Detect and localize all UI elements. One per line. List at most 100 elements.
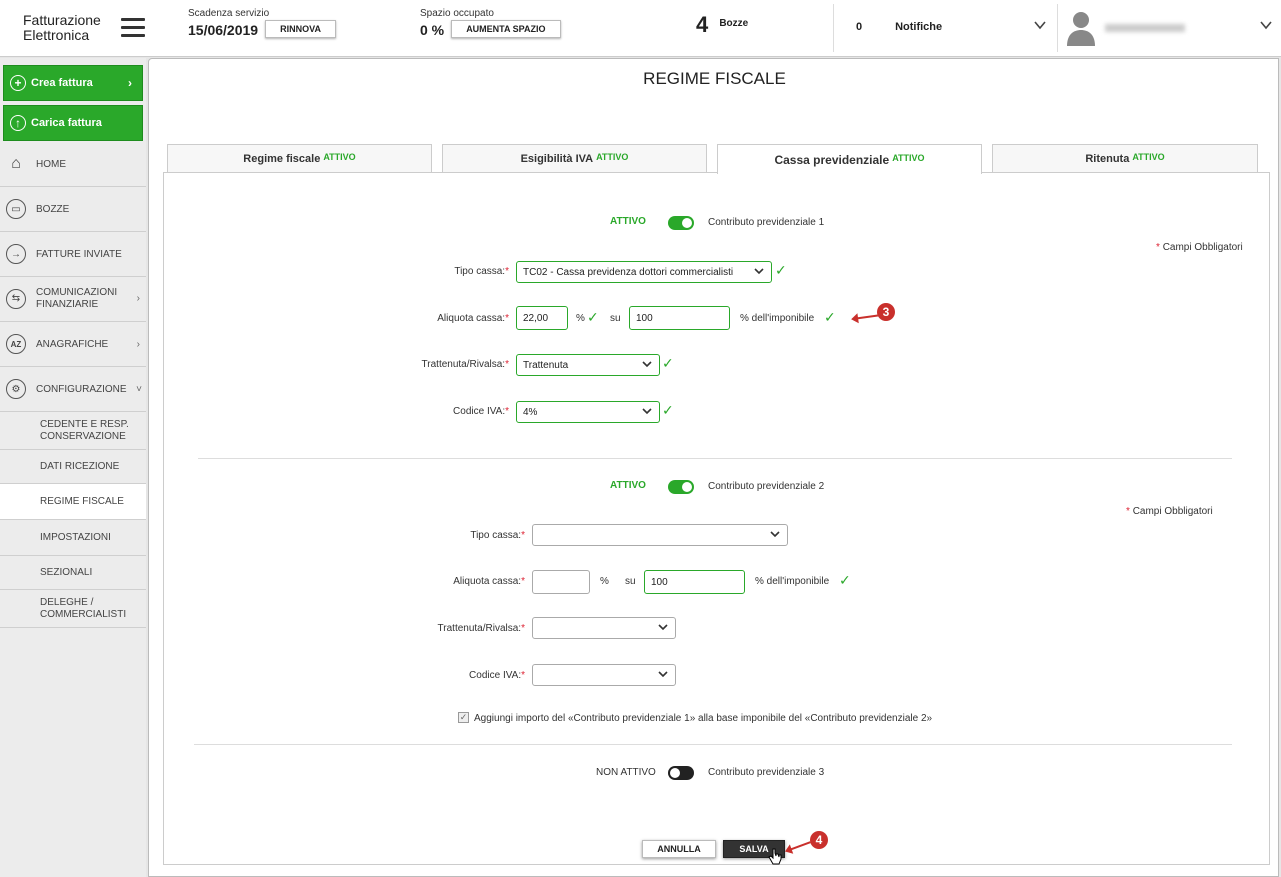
dell-imponibile-label: % dell'imponibile: [740, 313, 815, 324]
check-icon: ✓: [824, 309, 836, 325]
chevron-down-icon: [769, 528, 781, 543]
su-input[interactable]: 100: [629, 306, 730, 330]
sidebar-item-label: COMUNICAZIONI FINANZIARIE: [36, 287, 118, 310]
required-star: *: [505, 266, 509, 277]
trattenuta-select[interactable]: Trattenuta: [516, 354, 660, 376]
input-value: 100: [636, 312, 653, 324]
sidebar-subitem-dati-ricezione[interactable]: DATI RICEZIONE: [0, 450, 146, 484]
aggiungi-importo-label: Aggiungi importo del «Contributo previde…: [474, 713, 933, 724]
label-text: Tipo cassa:: [470, 530, 522, 541]
tipo-cassa-select[interactable]: TC02 - Cassa previdenza dottori commerci…: [516, 261, 772, 283]
sidebar-subitem-sezionali[interactable]: SEZIONALI: [0, 556, 146, 590]
trattenuta-2-select[interactable]: [532, 617, 676, 639]
chevron-down-icon[interactable]: [1259, 18, 1273, 35]
chevron-right-icon: ›: [128, 76, 132, 90]
sidebar-item-bozze[interactable]: ▭ BOZZE: [0, 187, 146, 232]
label-text: Codice IVA:: [453, 406, 506, 417]
label-text: Tipo cassa:: [454, 266, 506, 277]
crea-fattura-button[interactable]: + Crea fattura ›: [3, 65, 143, 101]
codice-iva-label: Codice IVA:*: [364, 406, 509, 417]
tab-status: ATTIVO: [596, 151, 629, 162]
spazio-block: Spazio occupato 0 % AUMENTA SPAZIO: [420, 8, 561, 38]
tab-ritenuta[interactable]: Ritenuta ATTIVO: [992, 144, 1258, 172]
carica-fattura-button[interactable]: ↑ Carica fattura: [3, 105, 143, 141]
sidebar: + Crea fattura › ↑ Carica fattura ⌂ HOME…: [0, 58, 146, 877]
rinnova-button[interactable]: RINNOVA: [265, 19, 336, 38]
label-text: Codice IVA:: [469, 670, 522, 681]
contributo1-toggle[interactable]: [668, 216, 694, 230]
sidebar-item-configurazione[interactable]: ⚙ CONFIGURAZIONE ˅: [0, 367, 146, 412]
sidebar-item-anagrafiche[interactable]: AZ ANAGRAFICHE ›: [0, 322, 146, 367]
codice-iva-2-select[interactable]: [532, 664, 676, 686]
scadenza-value: 15/06/2019: [188, 22, 259, 38]
sidebar-subitem-label: IMPOSTAZIONI: [40, 531, 111, 543]
sidebar-item-home[interactable]: ⌂ HOME: [0, 142, 146, 187]
aliquota-cassa-input[interactable]: 22,00: [516, 306, 568, 330]
exchange-icon: ⇆: [6, 289, 26, 309]
check-icon: ✓: [587, 309, 599, 325]
su-label: su: [625, 576, 636, 587]
contributo3-toggle[interactable]: [668, 766, 694, 780]
check-icon: ✓: [839, 572, 851, 588]
app-logo[interactable]: Fatturazione Elettronica: [23, 13, 101, 43]
contributo3-title: Contributo previdenziale 3: [708, 767, 825, 778]
sidebar-item-comunicazioni[interactable]: ⇆ COMUNICAZIONI FINANZIARIE ›: [0, 277, 146, 322]
codice-iva-label: Codice IVA:*: [380, 670, 525, 681]
tab-label: Esigibilità IVA: [520, 152, 594, 165]
aliquota-cassa-2-input[interactable]: [532, 570, 590, 594]
spazio-label: Spazio occupato: [420, 8, 494, 19]
trattenuta-rivalsa-label: Trattenuta/Rivalsa:*: [364, 359, 509, 370]
contributo1-title: Contributo previdenziale 1: [708, 217, 825, 228]
contributo2-toggle[interactable]: [668, 480, 694, 494]
tab-esigibilita-iva[interactable]: Esigibilità IVA ATTIVO: [442, 144, 707, 172]
gear-icon: ⚙: [6, 379, 26, 399]
tipo-cassa-label: Tipo cassa:*: [364, 266, 509, 277]
sidebar-subitem-deleghe[interactable]: DELEGHE / COMMERCIALISTI: [0, 590, 146, 628]
tipo-cassa-label: Tipo cassa:*: [380, 530, 525, 541]
chevron-down-icon[interactable]: [1033, 18, 1047, 35]
sidebar-item-label: ANAGRAFICHE: [36, 338, 109, 350]
codice-iva-select[interactable]: 4%: [516, 401, 660, 423]
notifiche-block[interactable]: 0 Notifiche: [856, 21, 942, 33]
sidebar-subitem-impostazioni[interactable]: IMPOSTAZIONI: [0, 520, 146, 556]
sidebar-subitem-cedente[interactable]: CEDENTE E RESP. CONSERVAZIONE: [0, 412, 146, 450]
top-header: Fatturazione Elettronica Scadenza serviz…: [0, 0, 1281, 57]
tab-label: Cassa previdenziale: [774, 152, 890, 167]
tab-cassa-previdenziale[interactable]: Cassa previdenziale ATTIVO: [717, 144, 982, 174]
aumenta-spazio-button[interactable]: AUMENTA SPAZIO: [451, 19, 561, 38]
contributo2-status: ATTIVO: [610, 480, 646, 491]
required-star: *: [1126, 506, 1130, 517]
chevron-down-icon: [657, 621, 669, 636]
required-star: *: [521, 530, 525, 541]
tab-regime-fiscale[interactable]: Regime fiscale ATTIVO: [167, 144, 432, 172]
aggiungi-importo-checkbox[interactable]: ✓: [458, 712, 469, 723]
sidebar-item-fatture-inviate[interactable]: → FATTURE INVIATE: [0, 232, 146, 277]
chevron-down-icon: [641, 405, 653, 420]
sidebar-subitem-label: SEZIONALI: [40, 566, 93, 578]
section-divider: [198, 458, 1232, 459]
required-star: *: [505, 313, 509, 324]
user-name-blurred: [1105, 24, 1186, 32]
sidebar-subitem-label: DATI RICEZIONE: [40, 460, 120, 472]
sidebar-item-label: CONFIGURAZIONE: [36, 383, 127, 395]
user-menu[interactable]: [1066, 10, 1186, 46]
su-2-input[interactable]: 100: [644, 570, 745, 594]
chevron-right-icon: ›: [136, 293, 140, 304]
sidebar-item-label: FATTURE INVIATE: [36, 248, 122, 260]
required-note: * Campi Obbligatori: [1156, 242, 1243, 253]
scadenza-label: Scadenza servizio: [188, 8, 270, 19]
header-divider: [833, 4, 834, 52]
crea-fattura-label: Crea fattura: [31, 77, 93, 89]
select-value: Trattenuta: [523, 359, 569, 371]
sidebar-subitem-label: DELEGHE / COMMERCIALISTI: [40, 596, 127, 620]
hamburger-menu-icon[interactable]: [121, 18, 145, 37]
label-text: Trattenuta/Rivalsa:: [437, 623, 522, 634]
tab-status: ATTIVO: [323, 151, 356, 162]
percent-label: %: [600, 576, 609, 587]
tipo-cassa-2-select[interactable]: [532, 524, 788, 546]
arrow-right-icon: →: [6, 244, 26, 264]
input-value: 100: [651, 576, 668, 588]
annulla-button[interactable]: ANNULLA: [642, 840, 716, 858]
sidebar-subitem-regime-fiscale[interactable]: REGIME FISCALE: [0, 484, 146, 520]
bozze-counter[interactable]: 4 Bozze: [696, 12, 748, 38]
